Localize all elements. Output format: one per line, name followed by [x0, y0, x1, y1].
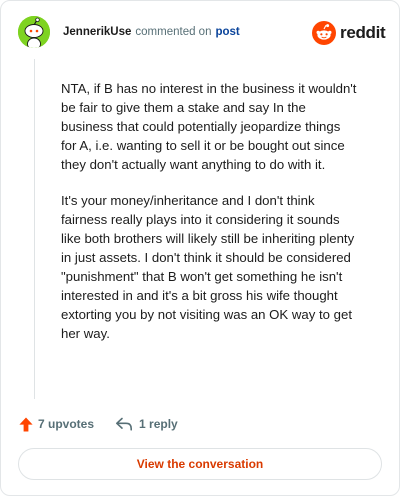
reply-count: 1 reply — [139, 417, 178, 431]
snoo-avatar-icon — [18, 16, 50, 48]
comment-header: JennerikUse commented on post reddit — [1, 1, 399, 67]
action-text: commented on — [135, 26, 212, 38]
upvote-arrow-icon — [19, 417, 33, 431]
comment-paragraph: NTA, if B has no interest in the busines… — [61, 81, 357, 172]
comment-embed-card: JennerikUse commented on post reddit NTA, … — [0, 0, 400, 496]
author-username[interactable]: JennerikUse — [63, 26, 131, 38]
post-link[interactable]: post — [215, 26, 239, 38]
view-conversation-button[interactable]: View the conversation — [18, 448, 382, 480]
comment-byline: JennerikUse commented on post — [63, 25, 240, 39]
reddit-snoo-icon — [312, 21, 336, 45]
reddit-logo[interactable]: reddit — [312, 21, 386, 45]
thread-line — [34, 59, 35, 399]
avatar[interactable] — [18, 16, 50, 48]
upvote-count: 7 upvotes — [38, 417, 95, 431]
upvote-button[interactable]: 7 upvotes — [19, 417, 94, 432]
reply-button[interactable]: 1 reply — [115, 417, 178, 431]
comment-body: NTA, if B has no interest in the busines… — [61, 79, 357, 360]
comment-actions: 7 upvotes 1 reply — [19, 413, 178, 435]
comment-paragraph: It's your money/inheritance and I don't … — [61, 193, 355, 341]
reddit-wordmark: reddit — [340, 23, 386, 42]
reply-arrow-icon — [116, 417, 133, 431]
